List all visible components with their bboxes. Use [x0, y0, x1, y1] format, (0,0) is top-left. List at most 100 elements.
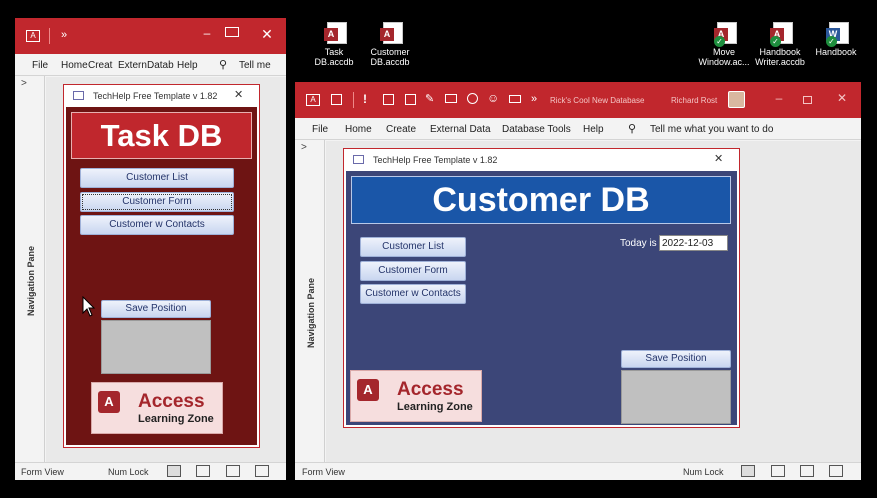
status-view-label: Form View — [302, 467, 345, 477]
tab-file[interactable]: File — [32, 60, 48, 71]
form-header: Task DB — [71, 112, 252, 159]
form-body: Customer DB Today is 2022-12-03 Customer… — [346, 171, 737, 425]
word-file-check-icon: W ✓ — [826, 22, 849, 47]
customer-list-button[interactable]: Customer List — [80, 168, 234, 188]
user-name: Richard Rost — [671, 96, 718, 105]
tab-external-data[interactable]: External Data — [430, 124, 491, 135]
save-position-button[interactable]: Save Position — [101, 300, 211, 318]
position-display-box — [101, 320, 211, 374]
search-icon: ⚲ — [628, 123, 637, 135]
form-header-title: Customer DB — [432, 181, 650, 219]
maximize-button[interactable] — [225, 27, 239, 37]
tab-file[interactable]: File — [312, 124, 328, 135]
brush-icon[interactable]: ✎ — [425, 92, 434, 105]
form-icon — [353, 155, 364, 164]
form-view-icon[interactable] — [167, 465, 181, 477]
tell-me-box[interactable]: Tell me — [239, 60, 271, 71]
access-file-icon: A — [324, 22, 347, 44]
status-bar: Form View Num Lock — [295, 462, 861, 480]
customer-list-button[interactable]: Customer List — [360, 237, 466, 257]
presentation-icon[interactable] — [445, 94, 457, 103]
maximize-button[interactable] — [803, 96, 812, 104]
tab-create[interactable]: Create — [386, 124, 416, 135]
form-close-button[interactable]: ✕ — [234, 88, 243, 101]
form-title: TechHelp Free Template v 1.82 — [373, 155, 498, 165]
tab-external[interactable]: Extern — [118, 60, 147, 71]
tab-database[interactable]: Datab — [147, 60, 174, 71]
save-icon[interactable] — [331, 94, 342, 105]
tell-me-box[interactable]: Tell me what you want to do — [650, 124, 773, 135]
tab-database-tools[interactable]: Database Tools — [502, 124, 571, 135]
access-logo-icon: A — [357, 379, 379, 401]
circle-icon[interactable] — [467, 93, 478, 104]
form-title: TechHelp Free Template v 1.82 — [93, 91, 218, 101]
task-form-window: TechHelp Free Template v 1.82 ✕ Task DB … — [63, 84, 260, 448]
form-header: Customer DB — [351, 176, 731, 224]
left-access-window: A » – ✕ File Home Creat Extern Datab Hel… — [15, 18, 286, 480]
title-bar: A ! ✎ ☺ » Rick's Cool New Database Richa… — [295, 82, 861, 118]
layout-view-icon[interactable] — [800, 465, 814, 477]
avatar[interactable] — [728, 91, 745, 108]
form-title-bar: TechHelp Free Template v 1.82 ✕ — [64, 85, 259, 105]
minimize-button[interactable]: – — [195, 26, 219, 40]
customer-w-contacts-button[interactable]: Customer w Contacts — [360, 284, 466, 304]
search-icon: ⚲ — [219, 59, 228, 71]
minimize-button[interactable]: – — [769, 91, 789, 105]
customer-w-contacts-button[interactable]: Customer w Contacts — [80, 215, 234, 235]
navigation-pane-label: Navigation Pane — [26, 245, 36, 316]
camera-icon[interactable] — [509, 95, 521, 103]
datasheet-view-icon[interactable] — [196, 465, 210, 477]
access-learning-zone-logo: A Access Learning Zone — [91, 382, 223, 434]
navigation-pane[interactable]: > Navigation Pane — [295, 140, 325, 462]
right-access-window: A ! ✎ ☺ » Rick's Cool New Database Richa… — [295, 82, 861, 480]
desktop-icon-task-db[interactable]: A Task DB.accdb — [306, 22, 362, 67]
today-label: Today is — [620, 238, 657, 249]
navigation-pane[interactable]: > Navigation Pane — [15, 76, 45, 462]
title-bar: A » – ✕ — [15, 18, 286, 54]
desktop-icon-label: Handbook Writer.accdb — [755, 47, 805, 67]
customer-form-window: TechHelp Free Template v 1.82 ✕ Customer… — [343, 148, 740, 428]
access-logo-icon: A — [98, 391, 120, 413]
tab-help[interactable]: Help — [583, 124, 604, 135]
chevron-right-icon[interactable]: > — [21, 78, 27, 89]
desktop-icon-handbook[interactable]: W ✓ Handbook — [808, 22, 864, 57]
tab-home[interactable]: Home — [61, 60, 88, 71]
smiley-icon[interactable]: ☺ — [487, 91, 499, 105]
form-view-icon[interactable] — [741, 465, 755, 477]
layout-view-icon[interactable] — [226, 465, 240, 477]
logo-line2: Learning Zone — [138, 413, 214, 425]
datasheet-view-icon[interactable] — [771, 465, 785, 477]
tab-home[interactable]: Home — [345, 124, 372, 135]
customer-form-button[interactable]: Customer Form — [80, 192, 234, 212]
design-view-icon[interactable] — [255, 465, 269, 477]
desktop-icon-move-window[interactable]: A ✓ Move Window.ac... — [696, 22, 752, 67]
desktop-icon-label: Handbook — [815, 47, 857, 57]
access-learning-zone-logo: A Access Learning Zone — [350, 370, 482, 422]
desktop-icon-customer-db[interactable]: A Customer DB.accdb — [362, 22, 418, 67]
more-commands-button[interactable]: » — [61, 29, 67, 41]
toolbar-icon-2[interactable] — [405, 94, 416, 105]
form-close-button[interactable]: ✕ — [714, 152, 723, 165]
form-title-bar: TechHelp Free Template v 1.82 ✕ — [344, 149, 739, 169]
chevron-right-icon[interactable]: > — [301, 142, 307, 153]
more-commands-button[interactable]: » — [531, 93, 537, 105]
exclamation-icon[interactable]: ! — [363, 92, 367, 106]
close-button[interactable]: ✕ — [833, 91, 851, 105]
desktop-icon-label: Move Window.ac... — [698, 47, 750, 67]
form-icon — [73, 91, 84, 100]
desktop-icon-handbook-writer[interactable]: A ✓ Handbook Writer.accdb — [752, 22, 808, 67]
save-position-button[interactable]: Save Position — [621, 350, 731, 368]
desktop-icon-label: Task DB.accdb — [314, 47, 354, 67]
access-file-check-icon: A ✓ — [770, 22, 793, 47]
separator — [353, 92, 354, 108]
today-date-field[interactable]: 2022-12-03 — [659, 235, 728, 251]
tab-help[interactable]: Help — [177, 60, 198, 71]
desktop-icon-label: Customer DB.accdb — [370, 47, 410, 67]
status-bar: Form View Num Lock — [15, 462, 286, 480]
toolbar-icon-1[interactable] — [383, 94, 394, 105]
design-view-icon[interactable] — [829, 465, 843, 477]
logo-line1: Access — [138, 391, 205, 412]
customer-form-button[interactable]: Customer Form — [360, 261, 466, 281]
close-button[interactable]: ✕ — [257, 26, 277, 43]
tab-create[interactable]: Creat — [88, 60, 112, 71]
